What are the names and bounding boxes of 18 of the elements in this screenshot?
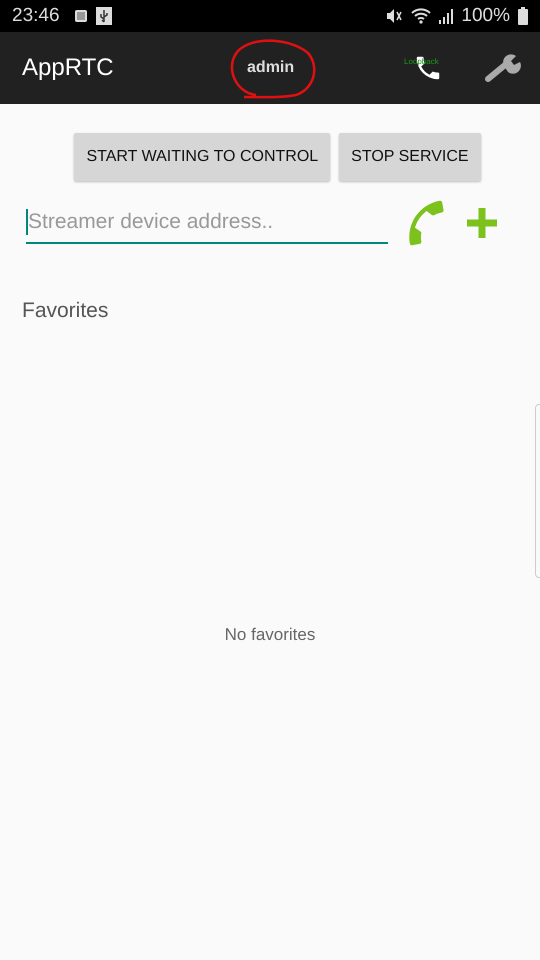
text-cursor [26, 209, 28, 235]
mute-icon [385, 8, 404, 24]
battery-icon [518, 7, 528, 25]
wrench-icon[interactable] [484, 52, 522, 84]
battery-level: 100% [461, 5, 510, 27]
user-name: admin [247, 59, 294, 77]
plus-icon[interactable] [464, 205, 500, 241]
app-title: AppRTC [22, 54, 114, 82]
wifi-icon [411, 8, 432, 24]
favorites-heading: Favorites [22, 299, 110, 323]
notification-icon [74, 9, 88, 23]
address-field[interactable]: Streamer device address.. [26, 202, 388, 244]
action-button[interactable]: STOP SERVICE [339, 133, 481, 181]
action-button[interactable]: START WAITING TO CONTROL [74, 133, 330, 181]
signal-icon [439, 8, 454, 24]
empty-message: No favorites [224, 625, 316, 645]
status-time: 23:46 [12, 5, 60, 27]
usb-icon [96, 7, 112, 25]
